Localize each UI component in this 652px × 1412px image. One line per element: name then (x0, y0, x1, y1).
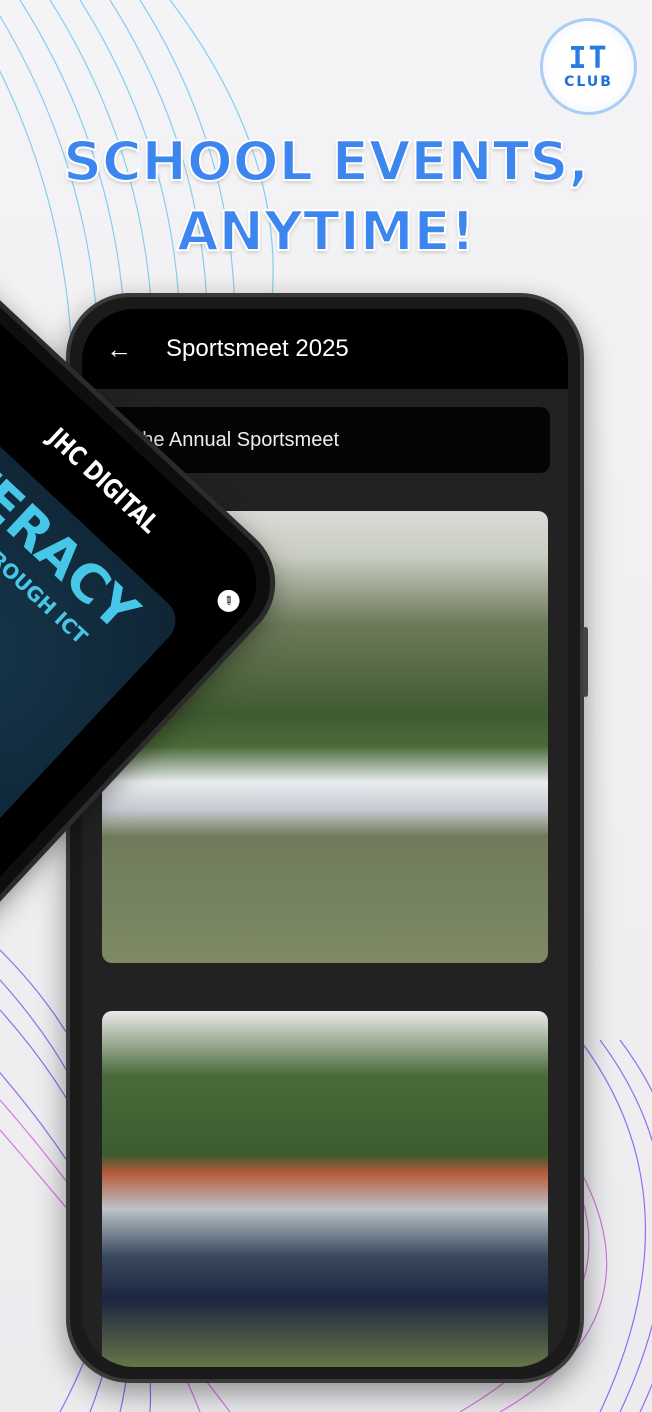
logo-club-text: CLUB (564, 73, 613, 90)
it-club-logo: IT CLUB (540, 18, 637, 115)
back-arrow-icon[interactable]: ← (106, 334, 166, 365)
headline-line1: SCHOOL EVENTS, (62, 129, 590, 194)
event-description: The Annual Sportsmeet (130, 428, 340, 451)
app-bar: ← Sportsmeet 2025 (82, 309, 568, 389)
edit-icon[interactable]: ✎ (213, 585, 245, 617)
headline-line2: ANYTIME! (176, 199, 476, 264)
page-title: Sportsmeet 2025 (166, 335, 349, 362)
phone-side-button (583, 627, 588, 697)
logo-it-text: IT (568, 40, 609, 76)
event-photo-flag-parade[interactable] (102, 1011, 548, 1367)
